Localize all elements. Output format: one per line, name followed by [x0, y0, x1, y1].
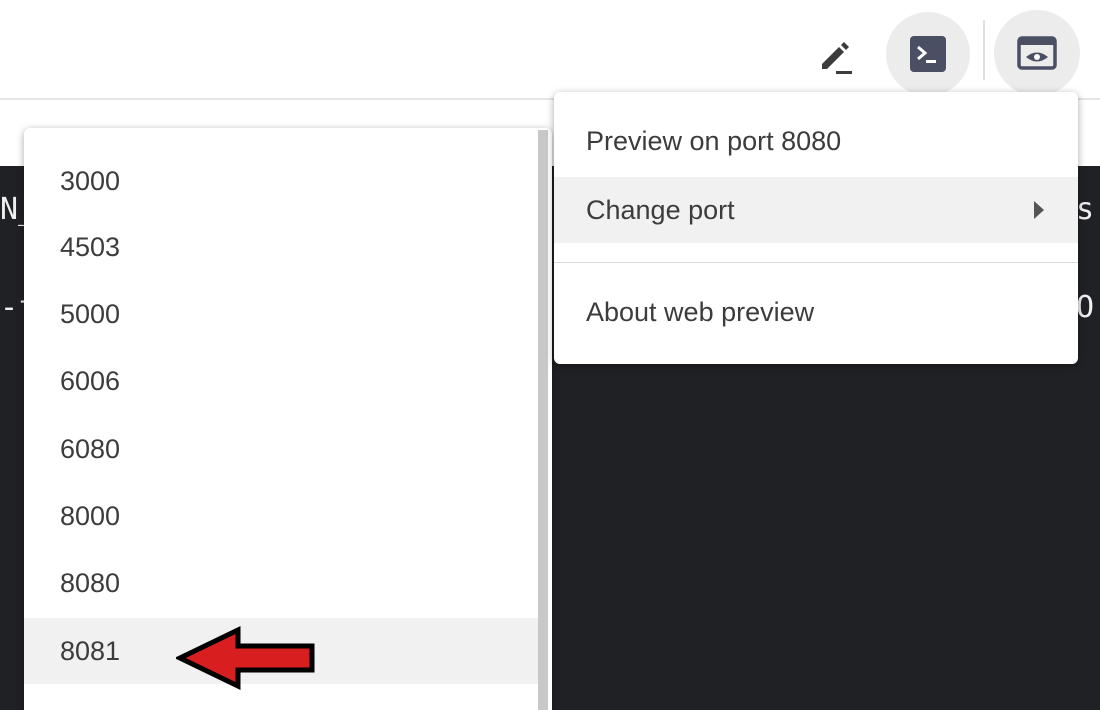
port-label: 8081: [60, 635, 121, 666]
menu-item-label: Preview on port 8080: [586, 125, 842, 156]
cloud-shell-screen: N_ -f s O 3000 4503 5000 6006 6080 8000 …: [0, 0, 1100, 710]
port-option[interactable]: 8000: [24, 483, 540, 549]
terminal-button[interactable]: [886, 12, 970, 96]
port-label: 6080: [60, 433, 121, 464]
about-web-preview-item[interactable]: About web preview: [554, 279, 1078, 345]
terminal-text: s: [1076, 192, 1095, 227]
preview-on-port-item[interactable]: Preview on port 8080: [554, 108, 1078, 174]
web-preview-icon: [1017, 36, 1057, 70]
toolbar-separator: [983, 20, 985, 80]
port-option[interactable]: 4503: [24, 214, 540, 280]
menu-divider: [554, 262, 1078, 263]
edit-button[interactable]: [808, 26, 864, 82]
port-option[interactable]: 3000: [24, 148, 540, 214]
menu-item-label: About web preview: [586, 296, 815, 327]
web-preview-button[interactable]: [994, 10, 1080, 96]
port-label: 6006: [60, 365, 121, 396]
port-option[interactable]: 6080: [24, 416, 540, 482]
menu-item-label: Change port: [586, 194, 735, 225]
top-toolbar: [0, 0, 1100, 98]
port-label: 8080: [60, 567, 121, 598]
port-label: 4503: [60, 231, 121, 262]
change-port-item[interactable]: Change port: [554, 177, 1078, 243]
port-label: 5000: [60, 298, 121, 329]
web-preview-menu: Preview on port 8080 Change port About w…: [554, 92, 1078, 364]
port-submenu: 3000 4503 5000 6006 6080 8000 8080 8081: [24, 128, 552, 710]
terminal-text: O: [1076, 290, 1095, 325]
port-label: 8000: [60, 500, 121, 531]
port-option[interactable]: 5000: [24, 281, 540, 347]
red-arrow-icon: [176, 626, 315, 690]
port-option[interactable]: 6006: [24, 348, 540, 414]
submenu-arrow-icon: [1034, 201, 1044, 219]
pencil-icon: [822, 42, 852, 74]
port-label: 3000: [60, 165, 121, 196]
terminal-icon: [910, 36, 946, 72]
port-menu-scrollbar[interactable]: [538, 130, 548, 710]
port-option[interactable]: 8080: [24, 550, 540, 616]
